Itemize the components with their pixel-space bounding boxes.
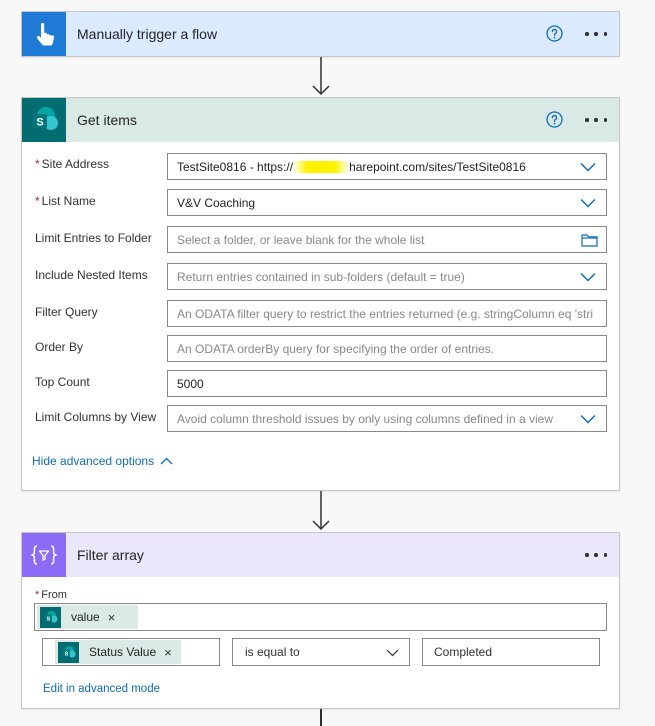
limit-folder-input[interactable]: Select a folder, or leave blank for the … bbox=[167, 226, 607, 253]
limit-columns-label: Limit Columns by View bbox=[35, 410, 157, 424]
nested-items-dropdown[interactable]: Return entries contained in sub-folders … bbox=[167, 263, 607, 290]
site-address-value: TestSite0816 - https://harepoint.com/sit… bbox=[177, 159, 526, 174]
site-address-label: * Site Address bbox=[35, 157, 110, 171]
site-address-dropdown[interactable]: TestSite0816 - https://harepoint.com/sit… bbox=[167, 153, 607, 180]
redacted-highlight bbox=[293, 160, 350, 173]
folder-icon[interactable] bbox=[581, 233, 598, 247]
chevron-down-icon[interactable] bbox=[386, 649, 399, 657]
limit-folder-label: Limit Entries to Folder bbox=[35, 231, 152, 245]
from-label: * From bbox=[35, 589, 67, 601]
value-token[interactable]: S value × bbox=[37, 605, 138, 629]
limit-columns-dropdown[interactable]: Avoid column threshold issues by only us… bbox=[167, 405, 607, 432]
order-by-placeholder: An ODATA orderBy query for specifying th… bbox=[177, 341, 495, 356]
get-items-card-title: Get items bbox=[77, 112, 137, 128]
filter-query-input[interactable]: An ODATA filter query to restrict the en… bbox=[167, 300, 607, 327]
limit-columns-placeholder: Avoid column threshold issues by only us… bbox=[177, 411, 553, 426]
hide-advanced-options-link[interactable]: Hide advanced options bbox=[32, 454, 173, 468]
chevron-down-icon[interactable] bbox=[580, 414, 596, 424]
filter-array-icon-tile bbox=[22, 533, 66, 577]
top-count-value: 5000 bbox=[177, 376, 204, 391]
sharepoint-icon: S bbox=[58, 641, 79, 663]
condition-left-input[interactable]: S Status Value × bbox=[42, 638, 220, 666]
help-icon[interactable] bbox=[546, 25, 563, 42]
sharepoint-icon: S bbox=[40, 606, 61, 628]
connector-line bbox=[320, 709, 322, 726]
connector-arrow bbox=[312, 491, 330, 531]
nested-items-label: Include Nested Items bbox=[35, 268, 148, 282]
list-name-value: V&V Coaching bbox=[177, 195, 256, 210]
required-marker: * bbox=[35, 157, 40, 171]
filter-braces-icon bbox=[30, 545, 58, 565]
edit-advanced-mode-link[interactable]: Edit in advanced mode bbox=[43, 683, 160, 695]
chevron-down-icon[interactable] bbox=[580, 162, 596, 172]
operator-value: is equal to bbox=[245, 645, 300, 659]
chevron-up-icon bbox=[160, 457, 173, 465]
trigger-card-header[interactable]: Manually trigger a flow bbox=[22, 12, 619, 56]
filter-array-card-title: Filter array bbox=[77, 547, 144, 563]
list-name-label: * List Name bbox=[35, 194, 96, 208]
list-name-dropdown[interactable]: V&V Coaching bbox=[167, 189, 607, 216]
nested-items-placeholder: Return entries contained in sub-folders … bbox=[177, 269, 465, 284]
top-count-input[interactable]: 5000 bbox=[167, 370, 607, 397]
status-value-token-label: Status Value bbox=[89, 645, 157, 659]
chevron-down-icon[interactable] bbox=[580, 272, 596, 282]
required-marker: * bbox=[35, 194, 40, 208]
chevron-down-icon[interactable] bbox=[580, 198, 596, 208]
sharepoint-icon: S bbox=[33, 107, 58, 130]
compare-value: Completed bbox=[434, 645, 493, 659]
order-by-input[interactable]: An ODATA orderBy query for specifying th… bbox=[167, 335, 607, 362]
top-count-label: Top Count bbox=[35, 375, 90, 389]
trigger-card-title: Manually trigger a flow bbox=[77, 26, 218, 42]
more-options-icon[interactable] bbox=[585, 110, 607, 130]
filter-array-card-header[interactable]: Filter array bbox=[22, 533, 619, 577]
hand-pointer-icon bbox=[36, 22, 55, 46]
filter-array-card[interactable]: Filter array * From S value × S Status Va… bbox=[21, 532, 620, 709]
get-items-card-header[interactable]: S Get items bbox=[22, 98, 619, 142]
value-token-label: value bbox=[71, 610, 100, 624]
trigger-icon-tile bbox=[22, 12, 66, 56]
more-options-icon[interactable] bbox=[585, 24, 607, 44]
from-input[interactable]: S value × bbox=[34, 603, 607, 631]
remove-token-icon[interactable]: × bbox=[164, 645, 172, 660]
compare-value-input[interactable]: Completed bbox=[422, 638, 600, 666]
remove-token-icon[interactable]: × bbox=[108, 610, 116, 625]
required-marker: * bbox=[35, 589, 40, 601]
order-by-label: Order By bbox=[35, 340, 84, 354]
operator-dropdown[interactable]: is equal to bbox=[232, 638, 410, 666]
get-items-card[interactable]: S Get items * Site Address TestSite0816 -… bbox=[21, 97, 620, 491]
sharepoint-icon-tile: S bbox=[22, 98, 66, 142]
svg-text:S: S bbox=[65, 651, 69, 657]
filter-query-placeholder: An ODATA filter query to restrict the en… bbox=[177, 306, 594, 321]
svg-text:S: S bbox=[47, 616, 51, 622]
help-icon[interactable] bbox=[546, 111, 563, 128]
more-options-icon[interactable] bbox=[585, 545, 607, 565]
svg-text:S: S bbox=[36, 117, 43, 129]
filter-query-label: Filter Query bbox=[35, 305, 98, 319]
trigger-card[interactable]: Manually trigger a flow bbox=[21, 11, 620, 57]
status-value-token[interactable]: S Status Value × bbox=[55, 640, 181, 664]
connector-arrow bbox=[312, 57, 330, 96]
limit-folder-placeholder: Select a folder, or leave blank for the … bbox=[177, 232, 425, 247]
